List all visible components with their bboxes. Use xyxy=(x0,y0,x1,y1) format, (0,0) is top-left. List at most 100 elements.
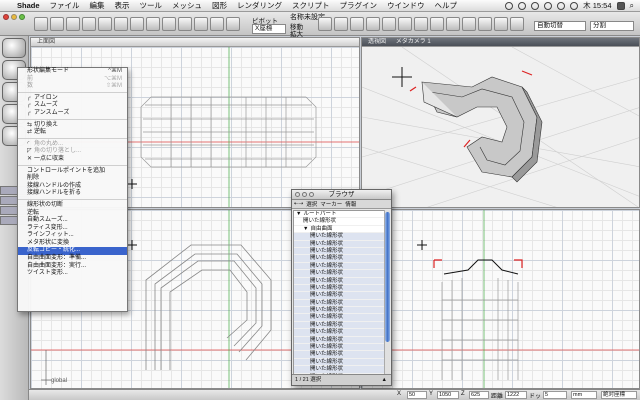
tool-uniform-icon[interactable] xyxy=(114,17,128,31)
tree-row[interactable]: 開いた線形状 xyxy=(294,292,385,300)
menu-item[interactable]: 形状編集モード ^⌘M xyxy=(18,68,127,76)
sync-icon[interactable] xyxy=(505,1,514,10)
browser-titlebar[interactable]: ブラウザ xyxy=(292,190,391,200)
tree-row[interactable]: 開いた線形状 xyxy=(294,299,385,308)
battery-icon[interactable] xyxy=(570,1,579,10)
browser-select-menu[interactable]: 選択 xyxy=(306,200,317,208)
view-camera-icon[interactable] xyxy=(382,17,396,31)
browser-nav-icon[interactable]: ⇠⇢ xyxy=(294,201,303,207)
tree-row[interactable]: 開いた線形状 xyxy=(294,218,385,226)
view-layout8-icon[interactable] xyxy=(510,17,524,31)
close-window-button[interactable] xyxy=(3,14,9,20)
coordinate-mode-select[interactable]: 絶対座標 xyxy=(601,391,637,399)
tree-row[interactable]: 開いた線形状 xyxy=(294,366,385,374)
view-layout6-icon[interactable] xyxy=(478,17,492,31)
menubar-clock[interactable]: 木 15:54 xyxy=(583,0,611,11)
view-layout7-icon[interactable] xyxy=(494,17,508,31)
split-select[interactable]: 分割 xyxy=(590,21,634,31)
browser-scroll-thumb[interactable] xyxy=(385,212,390,342)
browser-scrollbar[interactable] xyxy=(384,210,390,375)
disclosure-triangle-icon[interactable]: ▼ xyxy=(296,211,301,217)
wifi-icon[interactable] xyxy=(544,1,553,10)
create-part-icon[interactable] xyxy=(2,38,26,58)
tool-rotate-icon[interactable] xyxy=(66,17,80,31)
tool-grid-icon[interactable] xyxy=(226,17,240,31)
menu-item[interactable]: 逆転 xyxy=(18,210,127,218)
unit-select[interactable]: mm xyxy=(571,391,597,399)
tree-row[interactable]: 開いた線形状 xyxy=(294,270,385,278)
tree-row[interactable]: 開いた線形状 xyxy=(294,351,385,359)
menu-window[interactable]: ウインドウ xyxy=(382,0,430,11)
browser-minimize-button[interactable] xyxy=(302,192,307,197)
tree-row[interactable]: 開いた線形状 xyxy=(294,329,385,337)
view-side-icon[interactable] xyxy=(334,17,348,31)
tool-extrude-icon[interactable] xyxy=(130,17,144,31)
tool-shear-icon[interactable] xyxy=(98,17,112,31)
view-top-icon[interactable] xyxy=(350,17,364,31)
user-icon[interactable] xyxy=(616,1,625,10)
tool-link-icon[interactable] xyxy=(210,17,224,31)
tool-sweep-icon[interactable] xyxy=(162,17,176,31)
menu-item[interactable]: ⇄ 逆転 xyxy=(18,129,127,137)
menu-item[interactable]: ✕ 一点に収束 xyxy=(18,156,127,164)
browser-close-button[interactable] xyxy=(295,192,300,197)
view-layout3-icon[interactable] xyxy=(430,17,444,31)
tree-row[interactable]: 開いた線形状 xyxy=(294,314,385,322)
tool-lathe-icon[interactable] xyxy=(178,17,192,31)
menu-plugin[interactable]: プラグイン xyxy=(335,0,383,11)
menu-edit[interactable]: 編集 xyxy=(85,0,110,11)
browser-zoom-button[interactable] xyxy=(309,192,314,197)
clock-icon[interactable] xyxy=(518,1,527,10)
view-layout1-icon[interactable] xyxy=(398,17,412,31)
tree-row[interactable]: 開いた線形状 xyxy=(294,336,385,345)
menu-shape[interactable]: 図形 xyxy=(207,0,232,11)
tool-select-icon[interactable] xyxy=(34,17,48,31)
menu-item[interactable]: ╭ アンスムーズ xyxy=(18,110,127,118)
tree-row[interactable]: 開いた線形状 xyxy=(294,240,385,248)
view-switch-select[interactable]: 自動切替 xyxy=(534,21,586,31)
volume-icon[interactable] xyxy=(557,1,566,10)
disclosure-triangle-icon[interactable]: ▼ xyxy=(303,226,308,232)
browser-marker-menu[interactable]: マーカー xyxy=(320,200,342,208)
minimize-window-button[interactable] xyxy=(11,14,17,20)
menu-item[interactable]: ツイスト変形... xyxy=(18,270,127,278)
tree-row[interactable]: 開いた線形状 xyxy=(294,233,385,241)
spotlight-icon[interactable]: ⌕ xyxy=(630,1,634,11)
viewport-camera-title[interactable]: メタカメラ 1 xyxy=(396,39,431,45)
menu-help[interactable]: ヘルプ xyxy=(430,0,463,11)
browser-info-menu[interactable]: 情報 xyxy=(345,200,356,208)
dot-value[interactable]: 5 xyxy=(543,391,567,399)
menu-item[interactable]: 反転コピー・統化... xyxy=(18,247,127,256)
tree-row[interactable]: 開いた線形状 xyxy=(294,255,385,263)
tree-row[interactable]: 開いた線形状 xyxy=(294,277,385,285)
menu-script[interactable]: スクリプト xyxy=(287,0,335,11)
menu-item[interactable]: 接線ハンドルを折る xyxy=(18,190,127,198)
menu-item[interactable]: ╭ スムーズ xyxy=(18,102,127,110)
menu-mesh[interactable]: メッシュ xyxy=(167,0,207,11)
menu-file[interactable]: ファイル xyxy=(45,0,85,11)
tool-mirror-icon[interactable] xyxy=(194,17,208,31)
menu-item[interactable]: 線形状の切断 xyxy=(18,202,127,210)
menu-item[interactable]: 自動スムーズ... xyxy=(18,217,127,225)
viewport-perspective[interactable]: 透視図 メタカメラ 1 xyxy=(361,37,640,208)
view-front-icon[interactable] xyxy=(318,17,332,31)
menu-view[interactable]: 表示 xyxy=(110,0,135,11)
tool-revolve-icon[interactable] xyxy=(146,17,160,31)
view-layout5-icon[interactable] xyxy=(462,17,476,31)
menu-item[interactable]: コントロールポイントを追加 xyxy=(18,168,127,176)
bluetooth-icon[interactable] xyxy=(531,1,540,10)
pivot-select[interactable]: X座標 xyxy=(252,24,286,34)
zoom-window-button[interactable] xyxy=(19,14,25,20)
menu-item[interactable]: ラインフィット... xyxy=(18,232,127,240)
menu-tool[interactable]: ツール xyxy=(135,0,168,11)
view-persp-icon[interactable] xyxy=(366,17,380,31)
browser-options-icon[interactable]: ▲ xyxy=(382,375,387,385)
menu-app-name[interactable]: Shade xyxy=(12,1,45,10)
tool-scale-icon[interactable] xyxy=(82,17,96,31)
view-layout2-icon[interactable] xyxy=(414,17,428,31)
viewport-side[interactable] xyxy=(361,209,640,389)
view-layout4-icon[interactable] xyxy=(446,17,460,31)
menu-item[interactable]: 自由曲面変形：準備... xyxy=(18,255,127,263)
menu-render[interactable]: レンダリング xyxy=(232,0,287,11)
tool-move-icon[interactable] xyxy=(50,17,64,31)
